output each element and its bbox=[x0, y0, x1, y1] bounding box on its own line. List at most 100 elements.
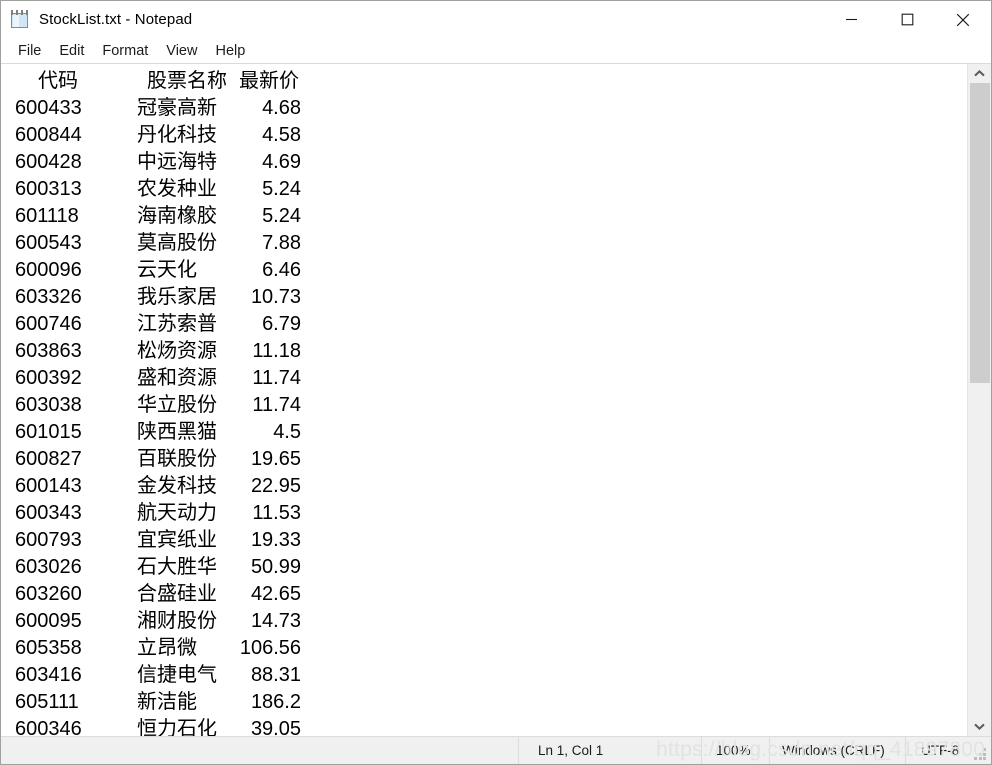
stock-name: 新洁能 bbox=[137, 691, 197, 713]
scroll-down-button[interactable] bbox=[968, 717, 991, 736]
stock-price: 39.05 bbox=[250, 718, 301, 736]
title-bar: StockList.txt - Notepad bbox=[1, 1, 991, 38]
menu-item-help[interactable]: Help bbox=[206, 41, 254, 61]
stock-name: 中远海特 bbox=[137, 151, 217, 173]
stock-row: 600346 恒力石化 39.05 bbox=[15, 716, 967, 736]
stock-code: 605111 bbox=[15, 691, 79, 713]
stock-name: 农发种业 bbox=[137, 178, 217, 200]
stock-code: 601118 bbox=[15, 205, 79, 227]
stock-code: 600428 bbox=[15, 151, 82, 173]
stock-name: 松炀资源 bbox=[137, 340, 217, 362]
stock-row: 603038 华立股份 11.74 bbox=[15, 392, 967, 419]
stock-row: 600428 中远海特 4.69 bbox=[15, 149, 967, 176]
stock-code: 600392 bbox=[15, 367, 82, 389]
editor-area: 代码 股票名称 最新价 600433 冠豪高新 4.68 600844 丹化科技 4.58 600… bbox=[1, 63, 991, 736]
stock-name: 百联股份 bbox=[137, 448, 217, 470]
stock-name: 莫高股份 bbox=[137, 232, 217, 254]
stock-name: 江苏索普 bbox=[137, 313, 217, 335]
stock-name: 湘财股份 bbox=[137, 610, 217, 632]
stock-code: 603326 bbox=[15, 286, 82, 308]
stock-row: 600096 云天化 6.46 bbox=[15, 257, 967, 284]
stock-name: 航天动力 bbox=[137, 502, 217, 524]
maximize-button[interactable] bbox=[879, 1, 935, 38]
stock-code: 600096 bbox=[15, 259, 82, 281]
stock-row: 603326 我乐家居 10.73 bbox=[15, 284, 967, 311]
stock-code: 600343 bbox=[15, 502, 82, 524]
stock-name: 金发科技 bbox=[137, 475, 217, 497]
menu-item-edit[interactable]: Edit bbox=[50, 41, 93, 61]
text-editor[interactable]: 代码 股票名称 最新价 600433 冠豪高新 4.68 600844 丹化科技 4.58 600… bbox=[1, 64, 967, 736]
stock-price: 11.74 bbox=[252, 367, 301, 389]
resize-grip[interactable] bbox=[974, 748, 987, 761]
stock-code: 600543 bbox=[15, 232, 82, 254]
stock-price: 4.5 bbox=[273, 421, 301, 443]
stock-row: 600844 丹化科技 4.58 bbox=[15, 122, 967, 149]
stock-code: 603416 bbox=[15, 664, 82, 686]
stock-code: 600346 bbox=[15, 718, 82, 736]
chevron-down-icon bbox=[974, 723, 985, 730]
scrollbar-track[interactable] bbox=[968, 83, 991, 717]
maximize-icon bbox=[901, 13, 913, 26]
stock-code: 600827 bbox=[15, 448, 82, 470]
stock-row: 603416 信捷电气 88.31 bbox=[15, 662, 967, 689]
stock-name: 恒力石化 bbox=[137, 718, 217, 736]
menu-bar: File Edit Format View Help bbox=[1, 38, 991, 63]
close-button[interactable] bbox=[935, 1, 991, 38]
close-icon bbox=[956, 13, 970, 26]
vertical-scrollbar[interactable] bbox=[967, 64, 991, 736]
title-bar-left: StockList.txt - Notepad bbox=[1, 10, 192, 29]
stock-price: 6.46 bbox=[262, 259, 301, 281]
stock-name: 石大胜华 bbox=[137, 556, 217, 578]
stock-code: 600793 bbox=[15, 529, 82, 551]
stock-price: 19.65 bbox=[250, 448, 301, 470]
column-header-code: 代码 bbox=[38, 70, 78, 92]
stock-price: 14.73 bbox=[250, 610, 301, 632]
status-cursor-position: Ln 1, Col 1 bbox=[518, 737, 701, 764]
stock-price: 11.53 bbox=[252, 502, 301, 524]
stock-name: 信捷电气 bbox=[137, 664, 217, 686]
stock-row: 603026 石大胜华 50.99 bbox=[15, 554, 967, 581]
stock-row: 600433 冠豪高新 4.68 bbox=[15, 95, 967, 122]
stock-name: 盛和资源 bbox=[137, 367, 217, 389]
minimize-button[interactable] bbox=[823, 1, 879, 38]
stock-price: 5.24 bbox=[262, 178, 301, 200]
stock-price: 19.33 bbox=[250, 529, 301, 551]
stock-row: 600343 航天动力 11.53 bbox=[15, 500, 967, 527]
stock-code: 603863 bbox=[15, 340, 82, 362]
stock-price: 186.2 bbox=[250, 691, 301, 713]
stock-name: 宜宾纸业 bbox=[137, 529, 217, 551]
stock-code: 603038 bbox=[15, 394, 82, 416]
column-header-name: 股票名称 bbox=[147, 70, 227, 92]
stock-code: 603026 bbox=[15, 556, 82, 578]
stock-price: 88.31 bbox=[250, 664, 301, 686]
stock-code: 600746 bbox=[15, 313, 82, 335]
window-title: StockList.txt - Notepad bbox=[39, 11, 193, 28]
stock-price: 50.99 bbox=[250, 556, 301, 578]
stock-code: 600844 bbox=[15, 124, 82, 146]
scroll-up-button[interactable] bbox=[968, 64, 991, 83]
stock-row: 601118 海南橡胶 5.24 bbox=[15, 203, 967, 230]
stock-price: 4.58 bbox=[262, 124, 301, 146]
stock-price: 11.74 bbox=[252, 394, 301, 416]
stock-name: 海南橡胶 bbox=[137, 205, 217, 227]
document-text[interactable]: 代码 股票名称 最新价 600433 冠豪高新 4.68 600844 丹化科技 4.58 600… bbox=[1, 68, 967, 736]
stock-name: 冠豪高新 bbox=[137, 97, 217, 119]
stock-row: 600313 农发种业 5.24 bbox=[15, 176, 967, 203]
stock-price: 22.95 bbox=[250, 475, 301, 497]
stock-price: 106.56 bbox=[239, 637, 301, 659]
status-zoom-level[interactable]: 100% bbox=[701, 737, 769, 764]
stock-code: 600313 bbox=[15, 178, 82, 200]
stock-row: 600143 金发科技 22.95 bbox=[15, 473, 967, 500]
stock-code: 600095 bbox=[15, 610, 82, 632]
stock-name: 丹化科技 bbox=[137, 124, 217, 146]
stock-price: 6.79 bbox=[262, 313, 301, 335]
menu-item-view[interactable]: View bbox=[157, 41, 206, 61]
stock-row: 601015 陕西黑猫 4.5 bbox=[15, 419, 967, 446]
scrollbar-thumb[interactable] bbox=[970, 83, 990, 383]
menu-item-format[interactable]: Format bbox=[93, 41, 157, 61]
stock-row: 605358 立昂微 106.56 bbox=[15, 635, 967, 662]
column-header-price: 最新价 bbox=[239, 70, 299, 92]
menu-item-file[interactable]: File bbox=[9, 41, 50, 61]
stock-row: 600746 江苏索普 6.79 bbox=[15, 311, 967, 338]
column-header-row: 代码 股票名称 最新价 bbox=[15, 68, 967, 95]
